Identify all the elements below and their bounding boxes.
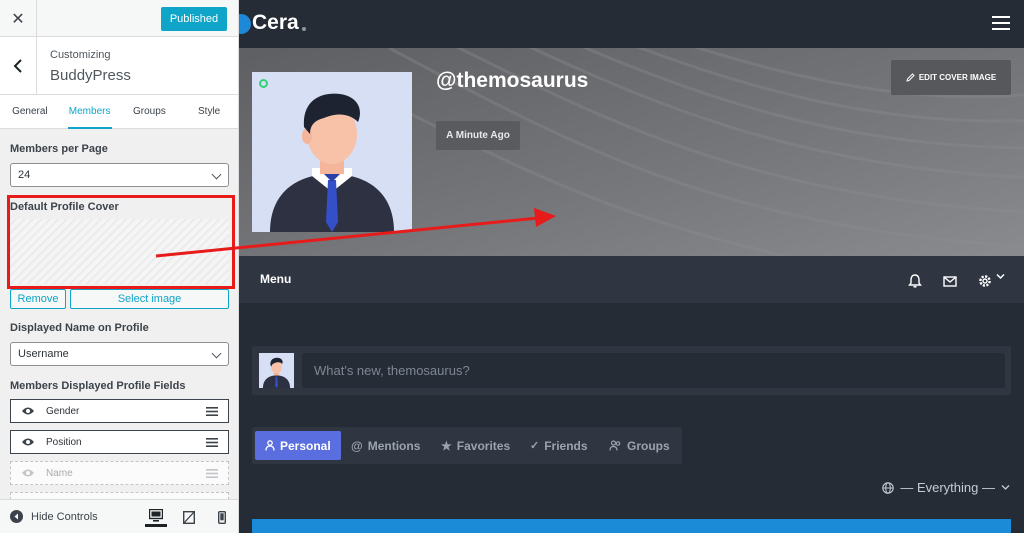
publish-button[interactable]: Published bbox=[161, 7, 227, 31]
profile-field-name: Gender bbox=[46, 406, 80, 417]
activity-scope-select[interactable]: — Everything — bbox=[882, 480, 1010, 495]
tab-favorites[interactable]: ★ Favorites bbox=[431, 431, 520, 460]
highlight-box bbox=[7, 195, 235, 289]
logo-dot-icon bbox=[302, 27, 306, 31]
activity-tabs: Personal @ Mentions ★ Favorites ✓ Friend… bbox=[252, 427, 682, 464]
tab-mentions[interactable]: @ Mentions bbox=[341, 431, 430, 460]
globe-icon bbox=[882, 481, 895, 494]
bell-icon[interactable] bbox=[908, 274, 922, 288]
profile-field-name: Position bbox=[46, 437, 82, 448]
tab-general[interactable]: General bbox=[0, 95, 60, 128]
tablet-preview-button[interactable] bbox=[178, 507, 200, 527]
activity-stream-header bbox=[252, 519, 1011, 533]
hide-controls-button[interactable]: Hide Controls bbox=[10, 510, 98, 523]
tab-label: Personal bbox=[280, 438, 331, 453]
eye-icon[interactable] bbox=[21, 406, 35, 416]
tab-style[interactable]: Style bbox=[179, 95, 238, 128]
avatar-illustration bbox=[259, 353, 294, 388]
customizer-topbar: ✕ Published bbox=[0, 0, 238, 37]
tab-personal[interactable]: Personal bbox=[255, 431, 341, 460]
breadcrumb: Customizing bbox=[50, 49, 111, 61]
section-header: Customizing BuddyPress bbox=[0, 37, 238, 95]
tab-groups[interactable]: Groups bbox=[599, 431, 680, 460]
back-button[interactable] bbox=[0, 37, 37, 95]
select-image-button[interactable]: Select image bbox=[70, 289, 229, 309]
section-tabs: General Members Groups Style bbox=[0, 95, 238, 129]
tab-label: Mentions bbox=[367, 438, 421, 453]
chevron-left-icon bbox=[13, 59, 22, 73]
edit-cover-label: EDIT COVER IMAGE bbox=[918, 73, 997, 82]
tab-label: Groups bbox=[627, 438, 670, 453]
chevron-down-icon bbox=[211, 348, 222, 359]
tab-label: Favorites bbox=[456, 438, 511, 453]
eye-icon[interactable] bbox=[21, 437, 35, 447]
at-icon: @ bbox=[351, 438, 363, 453]
mobile-icon bbox=[218, 510, 226, 524]
profile-cover: @themosaurus A Minute Ago EDIT COVER IMA… bbox=[239, 48, 1024, 256]
members-per-page-select[interactable]: 24 bbox=[10, 163, 229, 187]
drag-handle-icon[interactable] bbox=[206, 469, 218, 478]
tab-members[interactable]: Members bbox=[60, 95, 120, 129]
mobile-preview-button[interactable] bbox=[211, 507, 233, 527]
mail-icon[interactable] bbox=[943, 274, 957, 288]
customizer-footer: Hide Controls bbox=[0, 499, 238, 533]
tab-friends[interactable]: ✓ Friends bbox=[520, 431, 598, 460]
site-logo[interactable]: Cera bbox=[252, 11, 299, 35]
avatar-illustration bbox=[270, 93, 394, 232]
tab-groups[interactable]: Groups bbox=[120, 95, 180, 128]
tab-label: Friends bbox=[544, 438, 588, 453]
pencil-icon bbox=[906, 73, 915, 82]
gear-icon[interactable] bbox=[978, 274, 992, 288]
whats-new-input[interactable]: What's new, themosaurus? bbox=[302, 353, 1005, 388]
remove-cover-button[interactable]: Remove bbox=[10, 289, 66, 309]
profile-avatar[interactable] bbox=[252, 72, 412, 232]
site-header: Cera bbox=[239, 0, 1024, 48]
profile-menubar: Menu bbox=[239, 256, 1024, 303]
section-title: BuddyPress bbox=[50, 67, 131, 84]
tablet-icon bbox=[183, 510, 195, 524]
hide-controls-label: Hide Controls bbox=[31, 510, 98, 523]
customizer-panel: ✕ Published Customizing BuddyPress Gener… bbox=[0, 0, 239, 533]
profile-field-name-hidden[interactable]: Name bbox=[10, 461, 229, 485]
menu-toggle[interactable]: Menu bbox=[260, 272, 291, 286]
collapse-icon bbox=[10, 510, 23, 523]
star-icon: ★ bbox=[441, 438, 452, 453]
post-form: What's new, themosaurus? bbox=[252, 346, 1011, 395]
logo-icon bbox=[239, 14, 251, 34]
chevron-down-icon[interactable] bbox=[996, 272, 1005, 281]
drag-handle-icon[interactable] bbox=[206, 407, 218, 416]
user-avatar bbox=[259, 353, 294, 388]
desktop-preview-button[interactable] bbox=[145, 507, 167, 527]
person-icon bbox=[265, 440, 275, 451]
group-icon bbox=[609, 440, 621, 451]
members-per-page-label: Members per Page bbox=[10, 143, 108, 155]
profile-fields-label: Members Displayed Profile Fields bbox=[10, 380, 186, 392]
check-icon: ✓ bbox=[530, 440, 540, 452]
profile-field-name: Name bbox=[46, 468, 73, 479]
last-active-badge: A Minute Ago bbox=[436, 121, 520, 150]
members-per-page-value: 24 bbox=[18, 169, 31, 181]
desktop-icon bbox=[149, 509, 163, 522]
profile-field-gender[interactable]: Gender bbox=[10, 399, 229, 423]
scope-label: — Everything — bbox=[900, 480, 995, 495]
displayed-name-label: Displayed Name on Profile bbox=[10, 322, 149, 334]
chevron-down-icon bbox=[211, 169, 222, 180]
profile-field-position[interactable]: Position bbox=[10, 430, 229, 454]
profile-username: @themosaurus bbox=[436, 69, 589, 92]
eye-icon[interactable] bbox=[21, 468, 35, 478]
site-preview: Cera @themosaurus A Minute Ago EDIT COVE… bbox=[239, 0, 1024, 533]
hamburger-menu-icon[interactable] bbox=[992, 16, 1010, 30]
displayed-name-select[interactable]: Username bbox=[10, 342, 229, 366]
chevron-down-icon bbox=[1001, 485, 1010, 490]
close-customizer-button[interactable]: ✕ bbox=[0, 0, 37, 37]
edit-cover-button[interactable]: EDIT COVER IMAGE bbox=[891, 60, 1011, 95]
displayed-name-value: Username bbox=[18, 348, 69, 360]
drag-handle-icon[interactable] bbox=[206, 438, 218, 447]
